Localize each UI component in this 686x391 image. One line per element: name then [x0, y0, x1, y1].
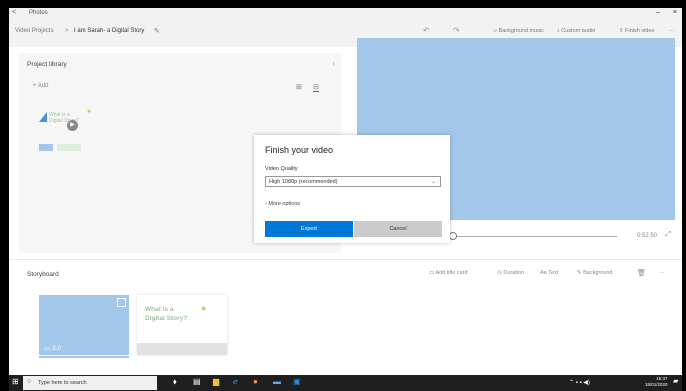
card-title-text: What is a Digital Story?	[145, 306, 188, 322]
search-icon: ○	[27, 378, 32, 385]
list-view-icon[interactable]: ⊟	[313, 83, 319, 92]
image-thumbnail-icon	[39, 144, 53, 151]
photos-app-window: < Photos – × Video Projects > I am Sarah…	[9, 8, 682, 391]
playback-timecode: 0:52.50	[636, 233, 657, 239]
breadcrumb-separator: >	[65, 28, 69, 34]
duration-button[interactable]: ◷ Duration	[497, 270, 524, 276]
export-button[interactable]: Export	[265, 221, 353, 237]
file-explorer-icon[interactable]: ▆	[213, 377, 219, 386]
custom-audio-button[interactable]: ♪ Custom audio	[557, 28, 595, 34]
finish-video-button[interactable]: ⇪ Finish video	[619, 28, 655, 34]
clock-icon: ◷	[497, 270, 502, 276]
project-name: I am Sarah- a Digital Story	[74, 28, 145, 34]
video-quality-select[interactable]: High 1080p (recommended) ⌄	[265, 176, 441, 187]
text-icon: Aa	[540, 270, 547, 276]
storyboard-card-2[interactable]: What is a Digital Story? ●	[137, 295, 227, 355]
library-thumbnail-landscape[interactable]	[39, 143, 119, 153]
background-music-button[interactable]: ♫ Background music	[493, 28, 544, 34]
taskbar-date: 15/01/2020	[645, 382, 668, 387]
dialog-heading: Finish your video	[265, 145, 334, 155]
scrubber-handle[interactable]	[449, 232, 457, 240]
add-title-card-button[interactable]: ▭ Add title card	[429, 270, 468, 276]
image-icon: ▭	[44, 345, 51, 352]
landscape-thumbnail-icon	[57, 144, 81, 151]
notification-icon[interactable]: ▰	[673, 377, 678, 385]
lightbulb-icon: ●	[87, 108, 92, 115]
storyboard-title: Storyboard	[27, 271, 59, 278]
close-button[interactable]: ×	[673, 9, 677, 16]
library-thumbnail-digital-story[interactable]: What is a Digital Story? ● ▶	[39, 108, 95, 134]
add-media-button[interactable]: + Add	[33, 83, 49, 89]
grid-view-icon[interactable]: ⊞	[296, 83, 302, 91]
lightbulb-icon: ●	[201, 303, 207, 313]
custom-audio-label: Custom audio	[561, 28, 596, 34]
app-title: Photos	[29, 10, 48, 16]
play-icon[interactable]: ▶	[67, 120, 78, 131]
taskbar-search[interactable]: ○ Type here to search	[23, 376, 157, 390]
chevron-right-icon: ›	[265, 201, 267, 207]
add-title-card-label: Add title card	[435, 270, 468, 276]
paint-icon: ✎	[577, 270, 582, 276]
selection-indicator	[39, 356, 129, 358]
minimize-button[interactable]: –	[656, 9, 660, 16]
windows-taskbar: ⊞ ○ Type here to search ⬧ ▤ ▆ ℯ ● ▬ ▣ ⌃ …	[9, 375, 682, 391]
select-checkbox[interactable]	[117, 298, 126, 307]
text-label: Text	[548, 270, 559, 276]
title-bar: < Photos – ×	[9, 8, 682, 19]
background-music-label: Background music	[498, 28, 544, 34]
delete-icon[interactable]: 🗑	[637, 269, 646, 277]
more-icon[interactable]: ···	[669, 28, 675, 34]
photos-taskbar-icon[interactable]: ▣	[293, 377, 301, 386]
finish-video-label: Finish video	[625, 28, 655, 34]
taskbar-clock[interactable]: 15:37 15/01/2020	[645, 376, 668, 388]
storyboard-card-1[interactable]: ▭ 3.0	[39, 295, 129, 355]
chevron-down-icon: ⌄	[430, 179, 436, 185]
storyboard-more-icon[interactable]: ···	[659, 270, 665, 276]
card-thumbnail-strip	[137, 343, 227, 355]
project-library-title: Project library	[27, 61, 67, 68]
edit-name-icon[interactable]: ✎	[154, 27, 160, 35]
background-label: Background	[583, 270, 613, 276]
text-button[interactable]: Aa Text	[540, 270, 558, 276]
panel-divider	[9, 259, 682, 260]
taskbar-time: 15:37	[656, 376, 668, 381]
system-tray-icons[interactable]: ⌃ ▪ ▪ ◀)	[569, 379, 590, 386]
taskbar-search-placeholder: Type here to search	[38, 380, 87, 386]
cancel-button[interactable]: Cancel	[354, 221, 442, 237]
task-view-icon[interactable]: ▤	[193, 377, 201, 386]
breadcrumb-video-projects[interactable]: Video Projects	[15, 28, 54, 34]
finish-video-dialog: Finish your video Video Quality High 108…	[254, 135, 450, 243]
more-options-toggle[interactable]: › More options	[265, 201, 300, 207]
back-button[interactable]: <	[12, 9, 16, 16]
microphone-icon[interactable]: ⬧	[173, 377, 177, 387]
chrome-icon[interactable]: ●	[253, 377, 258, 386]
scrubber-track[interactable]	[453, 236, 617, 237]
title-card-icon: ▭	[429, 270, 435, 276]
card-duration-value: 3.0	[51, 345, 62, 352]
mail-icon[interactable]: ▬	[273, 377, 281, 386]
collapse-library-icon[interactable]: ‹	[332, 59, 335, 68]
video-quality-label: Video Quality	[265, 166, 298, 172]
more-options-label: More options	[268, 201, 301, 207]
edge-icon[interactable]: ℯ	[233, 377, 238, 386]
card-duration: ▭ 3.0	[44, 344, 61, 352]
video-quality-value: High 1080p (recommended)	[269, 179, 338, 185]
redo-icon[interactable]: ↷	[453, 26, 460, 35]
windows-start-icon[interactable]: ⊞	[12, 377, 19, 386]
expand-icon[interactable]: ⤢	[665, 231, 671, 239]
undo-icon[interactable]: ↶	[423, 26, 430, 35]
duration-label: Duration	[503, 270, 525, 276]
background-button[interactable]: ✎ Background	[577, 270, 613, 276]
